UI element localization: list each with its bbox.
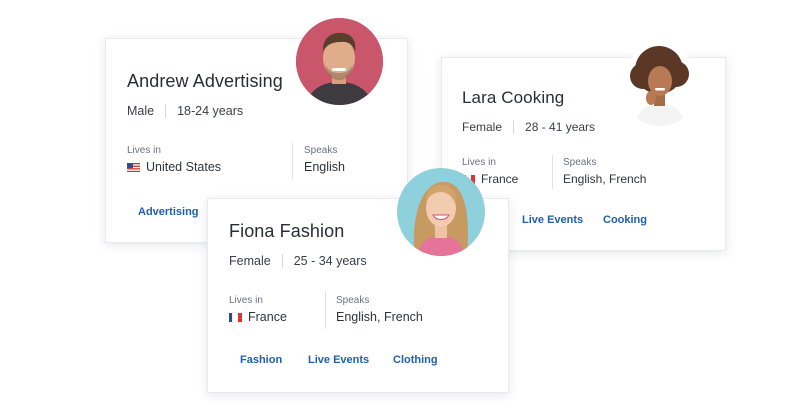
france-flag-icon: [229, 311, 242, 323]
lives-in-value: United States: [127, 160, 221, 174]
woman-portrait-avatar-icon: [397, 168, 485, 256]
speaks-label: Speaks: [336, 295, 370, 306]
age-range-label: 18-24 years: [177, 104, 244, 118]
field-divider: [552, 155, 553, 189]
interest-tag-advertising[interactable]: Advertising: [138, 206, 199, 218]
country-name: France: [481, 172, 519, 186]
gender-label: Female: [462, 120, 503, 134]
field-divider: [292, 143, 293, 179]
profile-name: Andrew Advertising: [127, 71, 283, 91]
speaks-value: English: [304, 160, 345, 174]
profile-name: Fiona Fashion: [229, 221, 345, 241]
field-divider: [325, 291, 326, 329]
gender-label: Male: [127, 104, 155, 118]
man-portrait-avatar-icon: [296, 18, 383, 105]
country-name: United States: [146, 160, 222, 174]
interest-tag-live-events[interactable]: Live Events: [522, 214, 583, 226]
age-range-label: 28 - 41 years: [525, 120, 596, 134]
profile-demographics: Female 28 - 41 years: [462, 120, 595, 134]
woman-portrait-avatar-icon: [621, 44, 699, 126]
profile-demographics: Female 25 - 34 years: [229, 254, 367, 268]
separator: [513, 120, 515, 134]
speaks-value: English, French: [563, 172, 647, 186]
separator: [165, 104, 167, 118]
speaks-label: Speaks: [304, 145, 338, 156]
interest-tag-clothing[interactable]: Clothing: [393, 354, 438, 366]
speaks-label: Speaks: [563, 157, 597, 168]
gender-label: Female: [229, 254, 271, 268]
interest-tag-cooking[interactable]: Cooking: [603, 214, 647, 226]
speaks-value: English, French: [336, 310, 423, 324]
us-flag-icon: [127, 162, 140, 172]
interest-tag-live-events[interactable]: Live Events: [308, 354, 369, 366]
lives-in-label: Lives in: [462, 157, 496, 168]
lives-in-label: Lives in: [127, 145, 161, 156]
lives-in-value: France: [229, 310, 287, 324]
age-range-label: 25 - 34 years: [293, 254, 367, 268]
interest-tag-fashion[interactable]: Fashion: [240, 354, 282, 366]
separator: [281, 254, 283, 268]
country-name: France: [248, 310, 287, 324]
lives-in-label: Lives in: [229, 295, 263, 306]
profile-demographics: Male 18-24 years: [127, 104, 243, 118]
profile-name: Lara Cooking: [462, 88, 565, 107]
